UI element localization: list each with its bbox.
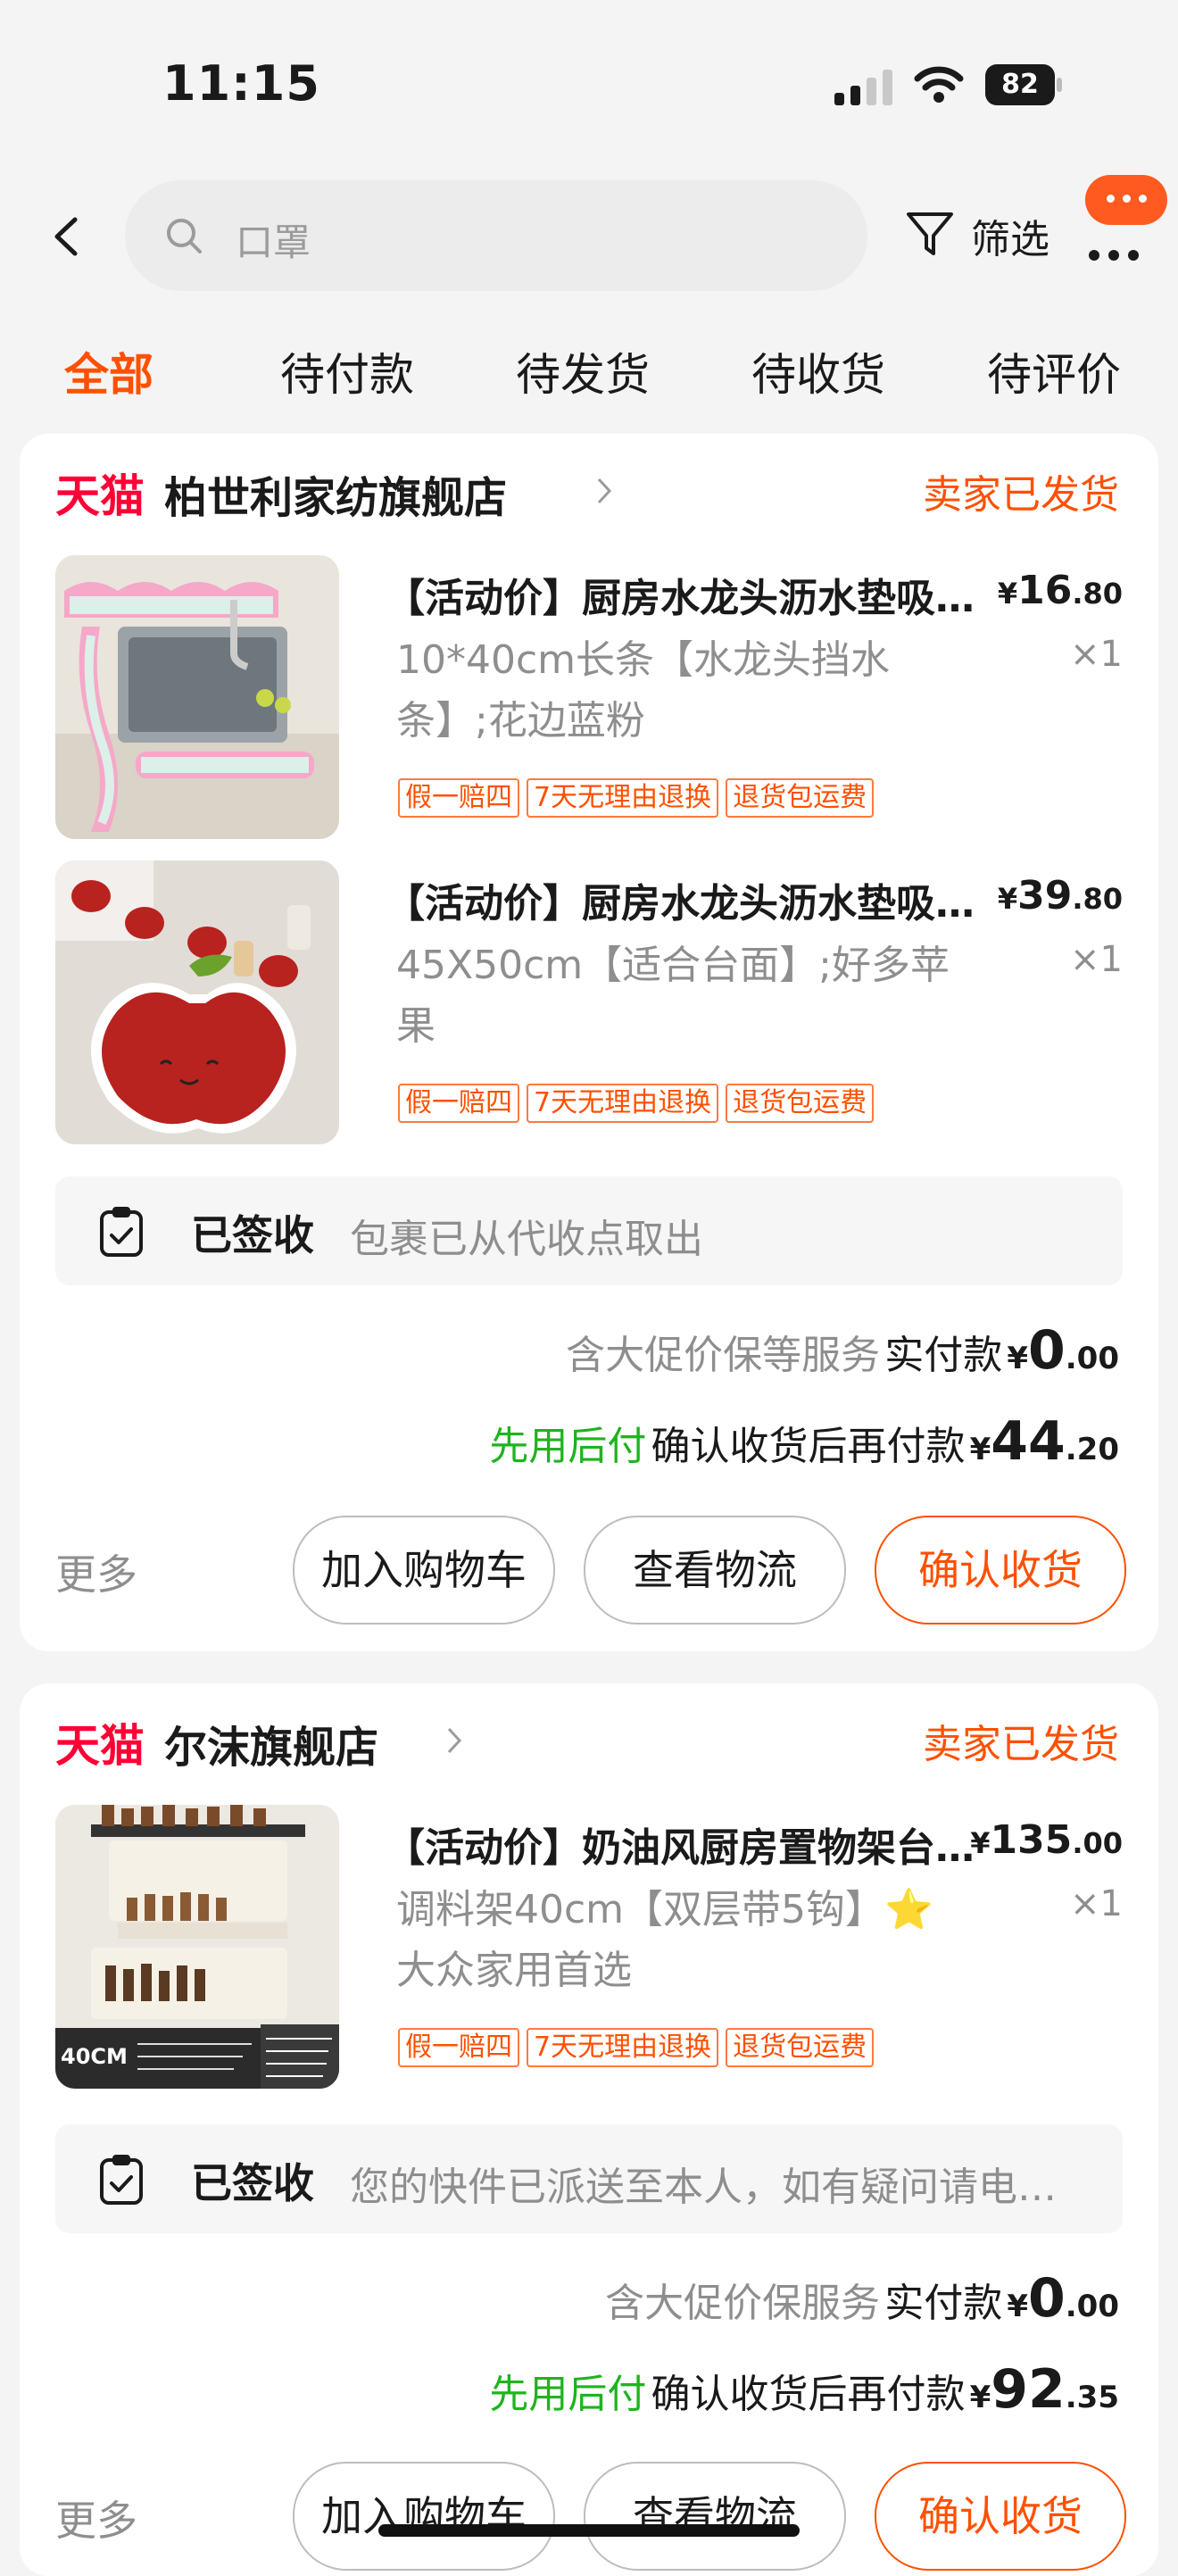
paid-label: 实付款 [884, 2281, 1003, 2326]
buy-now-pay-later-label: 先用后付 [489, 1424, 647, 1469]
product-sku: 10*40cm长条【水龙头挡水条】;花边蓝粉 [396, 637, 891, 744]
paid-amount: 0 [1028, 2267, 1066, 2330]
product-quantity: ×1 [1070, 939, 1123, 980]
tmall-logo: 天猫 [55, 470, 145, 522]
battery-icon: 82 [985, 64, 1062, 105]
search-bar[interactable]: 口罩 [125, 180, 867, 291]
size-badge: 40CM [61, 2044, 128, 2069]
tag-7day-return: 7天无理由退换 [527, 778, 719, 818]
paid-amount-line: 含大促价保等服务 实付款 ¥0.00 [566, 1319, 1119, 1382]
wifi-icon [914, 66, 964, 103]
order-item[interactable]: 【活动价】厨房水龙头沥水垫吸水硅藻泥 ¥39.80 45X50cm【适合台面】;… [55, 860, 1123, 1146]
order-status: 卖家已发货 [923, 472, 1119, 518]
service-tags: 假一赔四 7天无理由退换 退货包运费 [398, 778, 881, 818]
product-price: ¥39.80 [997, 873, 1123, 918]
pay-later-amount: 44 [991, 1410, 1066, 1473]
back-arrow-icon[interactable] [48, 214, 84, 259]
order-card: 天猫 尔沫旗舰店 卖家已发货 40CM 【活动价】奶油风厨房置物架台面 ¥135… [20, 1683, 1158, 2576]
tag-free-return-shipping: 退货包运费 [726, 2028, 875, 2067]
tab-pending-payment[interactable]: 待付款 [280, 339, 414, 403]
more-dots-icon [1089, 250, 1139, 261]
tag-free-return-shipping: 退货包运费 [726, 1084, 875, 1123]
more-menu-button[interactable] [1082, 175, 1167, 277]
confirm-receipt-button[interactable]: 确认收货 [875, 1516, 1126, 1625]
product-quantity: ×1 [1070, 634, 1123, 675]
order-status: 卖家已发货 [923, 1722, 1119, 1767]
buy-now-pay-later-label: 先用后付 [489, 2372, 647, 2417]
service-note: 含大促价保等服务 [566, 1333, 881, 1378]
tag-counterfeit-guarantee: 假一赔四 [398, 1084, 519, 1123]
order-item[interactable]: 【活动价】厨房水龙头沥水垫吸水硅藻泥 ¥16.80 10*40cm长条【水龙头挡… [55, 555, 1123, 841]
delivery-state: 已签收 [191, 1211, 314, 1259]
view-logistics-button[interactable]: 查看物流 [584, 2462, 846, 2571]
more-actions-link[interactable]: 更多 [55, 2489, 137, 2547]
product-title[interactable]: 【活动价】厨房水龙头沥水垫吸水硅藻泥 [386, 871, 1001, 928]
pay-after-receipt-label: 确认收货后再付款 [651, 1424, 966, 1469]
search-icon [167, 219, 202, 253]
delivery-desc: 包裹已从代收点取出 [350, 1217, 703, 1262]
tag-7day-return: 7天无理由退换 [527, 1084, 719, 1123]
status-bar: 11:15 82 [0, 0, 1178, 170]
pay-after-receipt-label: 确认收货后再付款 [651, 2372, 966, 2417]
status-time: 11:15 [162, 55, 320, 112]
product-quantity: ×1 [1070, 1883, 1123, 1924]
product-title[interactable]: 【活动价】厨房水龙头沥水垫吸水硅藻泥 [386, 566, 1001, 623]
order-card: 天猫 柏世利家纺旗舰店 卖家已发货 【活动价】厨房水龙头沥水垫吸水 ¥16.80… [20, 434, 1158, 1651]
tag-7day-return: 7天无理由退换 [527, 2028, 719, 2067]
home-indicator[interactable] [378, 2524, 800, 2537]
shop-name: 尔沫旗舰店 [164, 1723, 379, 1773]
tag-counterfeit-guarantee: 假一赔四 [398, 2028, 519, 2067]
tab-all[interactable]: 全部 [64, 339, 153, 403]
paid-amount-line: 含大促价保服务 实付款 ¥0.00 [605, 2267, 1119, 2330]
product-image[interactable]: 40CM [55, 1805, 339, 2089]
clipboard-check-icon [100, 2155, 143, 2205]
pay-later-line: 先用后付 确认收货后再付款 ¥44.20 [489, 1410, 1119, 1473]
service-tags: 假一赔四 7天无理由退换 退货包运费 [398, 1084, 881, 1123]
delivery-status[interactable]: 已签收 包裹已从代收点取出 [55, 1176, 1123, 1285]
tmall-logo: 天猫 [55, 1720, 145, 1772]
product-image[interactable] [55, 860, 339, 1144]
product-sku: 45X50cm【适合台面】;好多苹果 [396, 943, 950, 1049]
pay-later-line: 先用后付 确认收货后再付款 ¥92.35 [489, 2358, 1119, 2421]
confirm-receipt-button[interactable]: 确认收货 [875, 2462, 1126, 2571]
service-note: 含大促价保服务 [605, 2281, 881, 2326]
order-actions: 更多 加入购物车 查看物流 确认收货 [55, 1516, 1126, 1625]
delivery-status[interactable]: 已签收 您的快件已派送至本人，如有疑问请电联快递员 [55, 2124, 1123, 2233]
pay-later-amount: 92 [991, 2358, 1066, 2421]
shop-name: 柏世利家纺旗舰店 [164, 473, 508, 523]
tag-counterfeit-guarantee: 假一赔四 [398, 778, 519, 818]
add-to-cart-button[interactable]: 加入购物车 [293, 1516, 555, 1625]
product-title[interactable]: 【活动价】奶油风厨房置物架台面多功能 [386, 1816, 992, 1873]
tab-pending-receipt[interactable]: 待收货 [751, 339, 885, 403]
add-to-cart-button[interactable]: 加入购物车 [293, 2462, 555, 2571]
service-tags: 假一赔四 7天无理由退换 退货包运费 [398, 2028, 881, 2067]
cellular-signal-icon [834, 70, 892, 105]
product-sku: 调料架40cm【双层带5钩】⭐大众家用首选 [396, 1887, 933, 1993]
order-item[interactable]: 40CM 【活动价】奶油风厨房置物架台面多功能 ¥135.00 调料架40cm【… [55, 1805, 1123, 2090]
filter-label: 筛选 [971, 217, 1049, 262]
order-tabs: 全部 待付款 待发货 待收货 待评价 [0, 339, 1178, 420]
tab-pending-review[interactable]: 待评价 [987, 339, 1121, 403]
view-logistics-button[interactable]: 查看物流 [584, 1516, 846, 1625]
tab-pending-shipment[interactable]: 待发货 [516, 339, 650, 403]
delivery-desc: 您的快件已派送至本人，如有疑问请电联快递员 [350, 2165, 1091, 2210]
top-bar: 口罩 筛选 [0, 170, 1178, 303]
search-placeholder: 口罩 [236, 220, 311, 264]
paid-amount: 0 [1028, 1319, 1066, 1382]
product-price: ¥135.00 [970, 1817, 1123, 1863]
tag-free-return-shipping: 退货包运费 [726, 778, 875, 818]
funnel-icon [907, 212, 953, 255]
chevron-right-icon [597, 478, 612, 504]
chevron-right-icon [447, 1727, 462, 1754]
product-price: ¥16.80 [997, 568, 1123, 613]
delivery-state: 已签收 [191, 2159, 314, 2207]
order-actions: 更多 加入购物车 查看物流 确认收货 [55, 2462, 1126, 2571]
more-actions-link[interactable]: 更多 [55, 1542, 137, 1601]
battery-level: 82 [985, 64, 1055, 105]
paid-label: 实付款 [884, 1333, 1003, 1378]
clipboard-check-icon [100, 1207, 143, 1257]
product-image[interactable] [55, 555, 339, 839]
message-badge [1085, 175, 1167, 225]
